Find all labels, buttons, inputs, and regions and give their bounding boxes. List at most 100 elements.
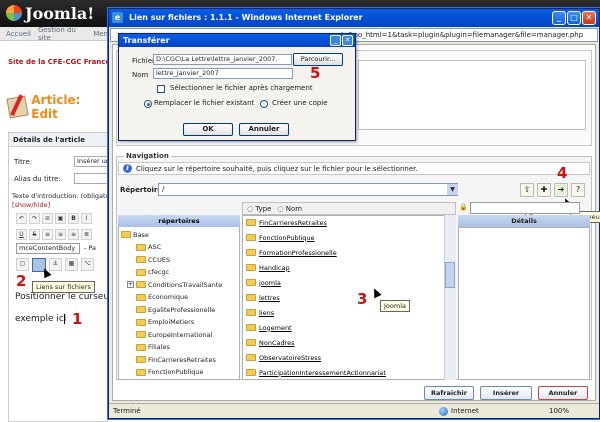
status-text: Terminé <box>113 407 141 415</box>
file-label: FormationProfessionelle <box>259 248 337 257</box>
repertoire-select[interactable]: / <box>158 183 458 196</box>
menu-item-gestion[interactable]: Gestion du site <box>38 26 86 42</box>
site-name: Site de la CFE-CGC France T <box>8 58 118 66</box>
address-url: te&no_html=1&task=plugin&plugin=filemana… <box>341 31 584 39</box>
minimize-button[interactable]: _ <box>552 11 566 25</box>
file-list-item[interactable]: ParticipationInteressementActionnariat <box>246 367 386 378</box>
directory-item[interactable]: EmploiMetiers <box>127 317 194 328</box>
file-label: FinCarrieresRetraites <box>259 218 327 227</box>
directory-item[interactable]: CCUES <box>127 254 170 265</box>
file-list-item[interactable]: liens <box>246 307 274 318</box>
expand-icon[interactable]: + <box>127 281 134 288</box>
file-list-item[interactable]: ObservatoireStress <box>246 352 321 363</box>
select-after-upload-checkbox[interactable] <box>157 85 165 93</box>
file-list-item[interactable]: NonCadres <box>246 337 295 348</box>
article-title: Article: Edit <box>31 93 81 121</box>
maximize-button[interactable]: □ <box>567 11 581 25</box>
directory-item[interactable]: cfecgc <box>127 267 169 278</box>
joomla-tooltip: Joomla <box>380 300 410 312</box>
folder-icon <box>136 306 146 313</box>
name-column-label: Nom <box>285 204 303 213</box>
file-list-item[interactable]: lettres <box>246 292 280 303</box>
details-pane <box>458 227 590 380</box>
lock-icon: 🔒 <box>459 203 468 211</box>
directory-item[interactable]: FonctionPublique <box>127 367 204 378</box>
insert-button[interactable]: Insérer <box>480 386 532 400</box>
directory-item[interactable]: EuropeInternational <box>127 329 212 340</box>
type-column-header[interactable]: ◌ Type <box>247 205 271 213</box>
joomla-logo-text: Joomla! <box>25 3 95 23</box>
show-hide-link[interactable]: [show/hide] <box>12 201 50 209</box>
directory-item[interactable]: EgaliteProfessionelle <box>127 304 215 315</box>
dialog-ok-button[interactable]: OK <box>183 123 233 136</box>
help-icon[interactable]: ? <box>571 183 585 197</box>
dialog-close-button[interactable]: ✕ <box>342 35 353 46</box>
directory-item[interactable]: Economique <box>127 292 188 303</box>
align-center-icon[interactable]: ≡ <box>55 229 66 240</box>
file-list-item[interactable]: FonctionPublique <box>246 232 315 243</box>
new-folder-icon[interactable]: ✚ <box>537 183 551 197</box>
cleanup-icon[interactable]: ⊘ <box>42 213 53 224</box>
directory-item[interactable]: Filiales <box>127 342 170 353</box>
file-list-item[interactable]: FinCarrieresRetraites <box>246 217 327 228</box>
underline-icon[interactable]: U <box>16 229 27 240</box>
cancel-button[interactable]: Annuler <box>538 386 588 400</box>
justify-icon[interactable]: ≣ <box>81 229 92 240</box>
name-column-header[interactable]: ◌ Nom <box>277 205 302 213</box>
paragraph-select[interactable]: - Pa <box>84 244 96 252</box>
file-list-item[interactable]: joomla <box>246 277 281 288</box>
details-search-input[interactable] <box>470 202 580 214</box>
style-select[interactable]: mceContentBody <box>16 243 80 254</box>
anchor-icon[interactable]: ⚓ <box>49 258 62 271</box>
titre-input[interactable]: Insérer un <box>74 156 110 167</box>
directory-label: FinCarrieresRetraites <box>148 355 216 364</box>
titre-label: Titre: <box>14 158 33 166</box>
undo-icon[interactable]: ↶ <box>16 213 27 224</box>
directory-item[interactable]: + ConditionsTravailSante <box>127 279 222 290</box>
file-list-scrollbar[interactable] <box>444 215 456 380</box>
nom-input[interactable]: lettre_janvier_2007 <box>153 68 293 79</box>
upload-icon[interactable]: ➔ <box>554 183 568 197</box>
zoom-level[interactable]: 100% <box>549 407 569 415</box>
dialog-minimize-button[interactable]: _ <box>330 35 341 46</box>
folder-icon <box>136 343 146 351</box>
insert-media-icon[interactable]: ▣ <box>55 213 66 224</box>
align-right-icon[interactable]: ≡ <box>68 229 79 240</box>
dialog-cancel-button[interactable]: Annuler <box>239 123 289 136</box>
directory-label: FonctionPublique <box>148 368 204 376</box>
fichier-input[interactable]: D:\CGC\La Lettre\lettre_janvier_2007. <box>153 54 292 65</box>
align-left-icon[interactable]: ≡ <box>42 229 53 240</box>
file-list-item[interactable]: FormationProfessionelle <box>246 247 337 258</box>
navigation-instruction-text: Cliquez sur le répertoire souhaité, puis… <box>136 164 418 173</box>
copy-radio[interactable] <box>260 100 268 108</box>
refresh-button[interactable]: Rafraichir <box>424 386 474 400</box>
folder-icon <box>246 249 256 256</box>
file-list-item[interactable]: Logement <box>246 322 292 333</box>
file-list-item[interactable]: Handicap <box>246 262 290 273</box>
folder-up-icon[interactable]: ⇧ <box>520 183 534 197</box>
directory-item[interactable]: FinCarrieresRetraites <box>127 354 216 365</box>
file-label: NonCadres <box>259 338 295 347</box>
article-header: Article: Edit <box>6 93 108 121</box>
table-icon[interactable]: ▦ <box>65 258 78 271</box>
folder-icon <box>136 256 146 263</box>
step-number-2: 2 <box>16 272 27 290</box>
menu-item-menus[interactable]: Men <box>93 30 108 38</box>
step-number-5: 5 <box>310 64 321 82</box>
menu-item-accueil[interactable]: Accueil <box>6 30 31 38</box>
close-button[interactable]: ✕ <box>582 11 596 25</box>
file-list-scrollbar-thumb[interactable] <box>445 262 455 288</box>
image-icon[interactable]: ▢ <box>16 258 29 271</box>
bold-icon[interactable]: B <box>68 213 79 224</box>
code-icon[interactable]: ⌥ <box>81 258 94 271</box>
file-label: joomla <box>259 278 281 287</box>
directory-label: Filiales <box>148 343 170 351</box>
strike-icon[interactable]: S <box>29 229 40 240</box>
redo-icon[interactable]: ↷ <box>29 213 40 224</box>
chevron-down-icon[interactable]: ▼ <box>447 184 458 195</box>
alias-input[interactable] <box>74 173 108 184</box>
directory-item[interactable]: ASC <box>127 242 161 253</box>
replace-radio[interactable] <box>144 100 152 108</box>
directory-item[interactable]: Base <box>121 229 149 240</box>
italic-icon[interactable]: I <box>81 213 92 224</box>
